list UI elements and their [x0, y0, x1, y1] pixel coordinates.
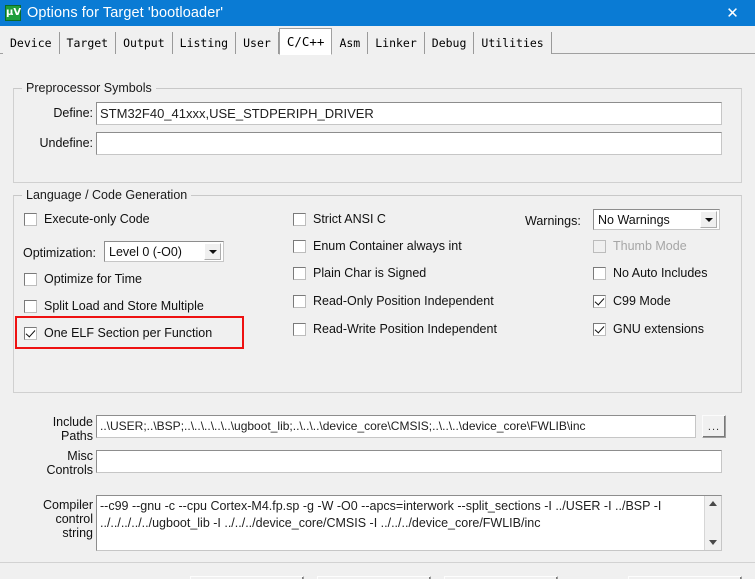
- checkbox-no-auto-includes[interactable]: No Auto Includes: [593, 266, 708, 280]
- checkbox-box: [293, 294, 306, 308]
- include-paths-browse-button[interactable]: ...: [702, 415, 726, 438]
- checkbox-box: [24, 212, 37, 226]
- define-input[interactable]: STM32F40_41xxx,USE_STDPERIPH_DRIVER: [96, 102, 722, 125]
- compiler-control-string-box[interactable]: --c99 --gnu -c --cpu Cortex-M4.fp.sp -g …: [96, 495, 722, 551]
- checkbox-optimize-for-time[interactable]: Optimize for Time: [24, 272, 142, 286]
- checkbox-read-only-position-independent[interactable]: Read-Only Position Independent: [293, 294, 494, 308]
- chevron-down-icon[interactable]: [700, 211, 717, 228]
- undefine-label: Undefine:: [39, 136, 93, 150]
- optimization-label: Optimization:: [23, 246, 96, 260]
- window-title: Options for Target 'bootloader': [27, 5, 224, 21]
- checkbox-label: Split Load and Store Multiple: [44, 299, 204, 313]
- bottom-divider: [0, 562, 755, 563]
- tab-debug[interactable]: Debug: [424, 32, 475, 54]
- tab-device[interactable]: Device: [3, 32, 60, 54]
- preprocessor-symbols-legend: Preprocessor Symbols: [22, 81, 156, 95]
- checkbox-execute-only-code[interactable]: Execute-only Code: [24, 212, 150, 226]
- compiler-label-line3: string: [62, 526, 93, 540]
- checkbox-box: [24, 272, 37, 286]
- checkbox-gnu-extensions[interactable]: GNU extensions: [593, 322, 704, 336]
- warnings-label: Warnings:: [525, 214, 581, 228]
- misc-controls-label-line2: Controls: [46, 463, 93, 477]
- misc-controls-input[interactable]: [96, 450, 722, 473]
- checkbox-label: Execute-only Code: [44, 212, 150, 226]
- scroll-up-icon[interactable]: [706, 496, 721, 511]
- language-code-generation-legend: Language / Code Generation: [22, 188, 192, 202]
- checkbox-c99-mode[interactable]: C99 Mode: [593, 294, 671, 308]
- undefine-input[interactable]: [96, 132, 722, 155]
- checkbox-box: [593, 239, 606, 253]
- checkbox-box: [293, 239, 306, 253]
- checkbox-plain-char-is-signed[interactable]: Plain Char is Signed: [293, 266, 426, 280]
- uvision-icon: µV: [5, 5, 21, 21]
- include-paths-label: Include Paths: [28, 415, 93, 443]
- checkbox-label: Plain Char is Signed: [313, 266, 427, 280]
- close-icon[interactable]: ✕: [710, 0, 755, 26]
- compiler-label-line2: control: [55, 512, 93, 526]
- checkbox-label: One ELF Section per Function: [44, 326, 213, 340]
- scroll-down-icon[interactable]: [706, 535, 721, 550]
- checkbox-one-elf-section-per-function[interactable]: One ELF Section per Function: [24, 326, 212, 340]
- checkbox-label: Read-Only Position Independent: [313, 294, 494, 308]
- tab-linker[interactable]: Linker: [368, 32, 425, 54]
- checkbox-box: [293, 266, 306, 280]
- tab-user[interactable]: User: [236, 32, 279, 54]
- checkbox-label: Enum Container always int: [313, 239, 462, 253]
- checkbox-label: Optimize for Time: [44, 272, 142, 286]
- checkbox-box: [593, 322, 606, 336]
- tab-c-cpp[interactable]: C/C++: [278, 28, 333, 55]
- checkbox-thumb-mode: Thumb Mode: [593, 239, 687, 253]
- dialog-body: Preprocessor Symbols Define: STM32F40_41…: [0, 54, 755, 579]
- checkbox-split-load-and-store-multiple[interactable]: Split Load and Store Multiple: [24, 299, 204, 313]
- checkbox-label: C99 Mode: [613, 294, 671, 308]
- compiler-control-string-line1: --c99 --gnu -c --cpu Cortex-M4.fp.sp -g …: [100, 499, 662, 513]
- compiler-control-string-line2: ../../../../../ugboot_lib -I ../../../de…: [100, 516, 541, 530]
- checkbox-enum-container-always-int[interactable]: Enum Container always int: [293, 239, 462, 253]
- checkbox-box: [24, 326, 37, 340]
- compiler-control-string-label: Compiler control string: [28, 498, 93, 540]
- checkbox-label: Strict ANSI C: [313, 212, 386, 226]
- compiler-label-line1: Compiler: [42, 498, 93, 512]
- misc-controls-label-line1: Misc: [67, 449, 93, 463]
- tab-utilities[interactable]: Utilities: [474, 32, 552, 54]
- title-bar: µV Options for Target 'bootloader' ✕: [0, 0, 755, 26]
- compiler-control-string-content[interactable]: --c99 --gnu -c --cpu Cortex-M4.fp.sp -g …: [97, 496, 704, 550]
- optimization-value: Level 0 (-O0): [109, 244, 182, 259]
- include-paths-input[interactable]: ..\USER;..\BSP;..\..\..\..\..\ugboot_lib…: [96, 415, 696, 438]
- tab-output[interactable]: Output: [116, 32, 173, 54]
- chevron-down-icon[interactable]: [204, 243, 221, 260]
- compiler-scrollbar[interactable]: [704, 496, 721, 550]
- checkbox-read-write-position-independent[interactable]: Read-Write Position Independent: [293, 322, 497, 336]
- checkbox-box: [24, 299, 37, 313]
- checkbox-label: No Auto Includes: [613, 266, 708, 280]
- checkbox-label: Read-Write Position Independent: [313, 322, 497, 336]
- tab-asm[interactable]: Asm: [332, 32, 369, 54]
- checkbox-box: [293, 212, 306, 226]
- checkbox-box: [293, 322, 306, 336]
- checkbox-label: GNU extensions: [613, 322, 705, 336]
- include-paths-label-line2: Paths: [61, 429, 93, 443]
- warnings-value: No Warnings: [598, 212, 670, 227]
- warnings-select[interactable]: No Warnings: [593, 209, 720, 230]
- tab-listing[interactable]: Listing: [172, 32, 237, 54]
- checkbox-box: [593, 294, 606, 308]
- checkbox-strict-ansi-c[interactable]: Strict ANSI C: [293, 212, 386, 226]
- tab-strip: Device Target Output Listing User C/C++ …: [0, 26, 755, 55]
- optimization-select[interactable]: Level 0 (-O0): [104, 241, 224, 262]
- define-label: Define:: [53, 106, 93, 120]
- checkbox-box: [593, 266, 606, 280]
- checkbox-label: Thumb Mode: [613, 239, 687, 253]
- misc-controls-label: Misc Controls: [28, 449, 93, 477]
- tab-target[interactable]: Target: [59, 32, 117, 54]
- include-paths-label-line1: Include: [52, 415, 93, 429]
